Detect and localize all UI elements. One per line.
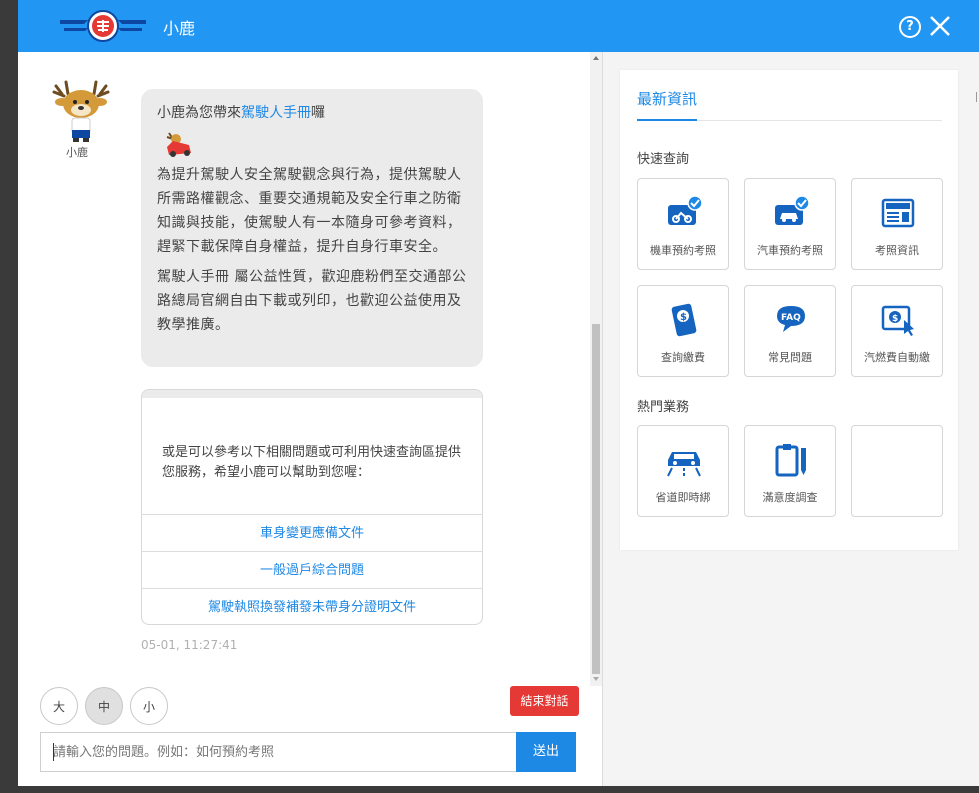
tile-label: 常見問題 xyxy=(768,351,812,364)
chat-scrollbar[interactable] xyxy=(590,52,602,686)
handbook-link[interactable]: 駕駛人手冊 xyxy=(241,105,311,121)
scroll-up-arrow-icon[interactable] xyxy=(593,56,599,60)
tile-satisfaction-survey[interactable]: 滿意度調查 xyxy=(744,425,836,517)
suggestion-link[interactable]: 一般過戶綜合問題 xyxy=(142,551,482,589)
tile-auto-pay[interactable]: $ 汽燃費自動繳 xyxy=(851,285,943,377)
tile-label: 查詢繳費 xyxy=(661,351,705,364)
intro-suffix: 囉 xyxy=(311,105,325,121)
tile-car-booking[interactable]: 汽車預約考照 xyxy=(744,178,836,270)
font-size-small-button[interactable]: 小 xyxy=(130,687,168,725)
question-input[interactable] xyxy=(41,733,516,771)
highway-traffic-icon xyxy=(667,452,701,477)
end-conversation-button[interactable]: 結束對話 xyxy=(510,686,579,716)
tab-latest-info[interactable]: 最新資訊 xyxy=(637,88,697,109)
tile-motorcycle-booking[interactable]: 機車預約考照 xyxy=(637,178,729,270)
tile-label: 省道即時綁 xyxy=(655,491,711,504)
message-timestamp: 05-01, 11:27:41 xyxy=(141,638,238,652)
chat-window: 小鹿 ? 小鹿 小鹿為您帶來駕駛人手冊囉 為提升駕駛人安全駕駛觀念與行為，提供駕… xyxy=(18,0,979,786)
tile-faq[interactable]: FAQ 常見問題 xyxy=(744,285,836,377)
tile-empty xyxy=(851,425,943,517)
deer-mascot-icon xyxy=(52,80,110,142)
font-size-medium-button[interactable]: 中 xyxy=(85,687,123,725)
question-input-wrapper xyxy=(40,732,516,772)
text-caret xyxy=(53,743,54,761)
suggestion-link[interactable]: 車身變更應備文件 xyxy=(142,514,482,552)
tab-underline xyxy=(637,119,697,121)
tile-highway-traffic[interactable]: 省道即時綁 xyxy=(637,425,729,517)
header-title: 小鹿 xyxy=(163,19,196,38)
svg-text:$: $ xyxy=(680,312,687,323)
send-button[interactable]: 送出 xyxy=(516,732,576,772)
news-icon xyxy=(881,198,915,228)
scroll-thumb[interactable] xyxy=(592,324,600,674)
scroll-down-arrow-icon[interactable] xyxy=(593,677,599,681)
bot-message-bubble: 小鹿為您帶來駕駛人手冊囉 為提升駕駛人安全駕駛觀念與行為，提供駕駛人所需路權觀念… xyxy=(141,89,483,367)
suggestion-text: 或是可以參考以下相關問題或可利用快速查詢區提供您服務，希望小鹿可以幫助到您喔： xyxy=(162,445,462,480)
faq-icon: FAQ xyxy=(777,306,805,332)
highway-bureau-logo xyxy=(60,10,146,42)
suggestion-card: 或是可以參考以下相關問題或可利用快速查詢區提供您服務，希望小鹿可以幫助到您喔： … xyxy=(141,389,483,625)
message-paragraph: 為提升駕駛人安全駕駛觀念與行為，提供駕駛人所需路權觀念、重要交通規範及安全行車之… xyxy=(157,167,462,255)
tile-label: 機車預約考照 xyxy=(650,244,716,257)
info-panel: 最新資訊 快速查詢 機車預約考照 汽車預約考照 考照資訊 $ 查詢繳費 FAQ … xyxy=(620,70,958,550)
header-bar: 小鹿 ? xyxy=(18,0,979,52)
tile-label: 汽車預約考照 xyxy=(757,244,823,257)
message-intro: 小鹿為您帶來駕駛人手冊囉 xyxy=(157,101,467,125)
tile-label: 考照資訊 xyxy=(875,244,919,257)
motorcycle-booking-icon xyxy=(668,195,702,225)
panel-divider xyxy=(602,52,603,786)
font-size-large-button[interactable]: 大 xyxy=(40,687,78,725)
payment-phone-icon: $ xyxy=(671,303,697,337)
tile-exam-news[interactable]: 考照資訊 xyxy=(851,178,943,270)
tile-payment-query[interactable]: $ 查詢繳費 xyxy=(637,285,729,377)
card-top-strip xyxy=(142,390,482,398)
car-booking-icon xyxy=(775,195,809,225)
intro-prefix: 小鹿為您帶來 xyxy=(157,105,241,121)
tile-label: 滿意度調查 xyxy=(762,491,818,504)
deer-car-icon xyxy=(166,132,191,157)
close-x-icon[interactable] xyxy=(928,14,952,38)
svg-text:FAQ: FAQ xyxy=(781,313,801,323)
auto-pay-icon: $ xyxy=(881,305,914,336)
survey-clipboard-icon xyxy=(775,444,806,477)
question-circle-icon[interactable]: ? xyxy=(899,16,921,38)
message-paragraph: 駕駛人手冊 屬公益性質，歡迎鹿粉們至交通部公路總局官網自由下載或列印，也歡迎公益… xyxy=(157,269,467,333)
quick-query-title: 快速查詢 xyxy=(637,152,690,167)
tile-label: 汽燃費自動繳 xyxy=(864,351,930,364)
bot-name: 小鹿 xyxy=(66,146,88,159)
suggestion-link[interactable]: 駕駛執照換發補發未帶身分證明文件 xyxy=(142,588,482,624)
svg-text:$: $ xyxy=(892,314,898,324)
chat-area: 小鹿 小鹿為您帶來駕駛人手冊囉 為提升駕駛人安全駕駛觀念與行為，提供駕駛人所需路… xyxy=(18,52,602,786)
hot-services-title: 熱門業務 xyxy=(637,400,690,415)
